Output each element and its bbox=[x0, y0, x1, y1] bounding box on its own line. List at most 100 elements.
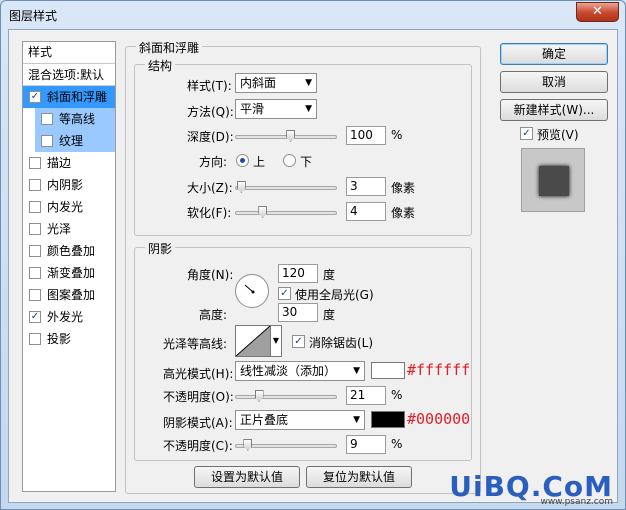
shadow-mode-label: 阴影模式(A): bbox=[163, 416, 233, 430]
size-slider[interactable] bbox=[235, 181, 337, 193]
style-list: 样式 混合选项:默认 ✓ 斜面和浮雕 等高线 纹理 描边 内阴影 内发光 光泽 … bbox=[22, 41, 116, 492]
style-item-label: 内阴影 bbox=[47, 178, 84, 192]
style-item-satin[interactable]: 光泽 bbox=[23, 218, 115, 240]
style-item-label: 描边 bbox=[47, 156, 72, 170]
style-item-label: 等高线 bbox=[59, 112, 96, 126]
antialias-label: 消除锯齿(L) bbox=[309, 336, 374, 350]
shadow-mode-select[interactable]: 正片叠底 ▼ bbox=[235, 410, 365, 430]
style-item-drop-shadow[interactable]: 投影 bbox=[23, 328, 115, 350]
style-item-pattern-overlay[interactable]: 图案叠加 bbox=[23, 284, 115, 306]
shading-title: 阴影 bbox=[145, 240, 176, 257]
highlight-mode-label: 高光模式(H): bbox=[163, 367, 234, 381]
depth-unit: % bbox=[391, 128, 403, 142]
highlight-opacity-slider[interactable] bbox=[235, 390, 337, 402]
gloss-contour-dropdown[interactable]: ▼ bbox=[271, 325, 282, 357]
highlight-hex-label: #ffffff bbox=[407, 361, 471, 379]
soften-input[interactable]: 4 bbox=[346, 202, 386, 221]
depth-input[interactable]: 100 bbox=[346, 126, 386, 145]
shadow-color-swatch[interactable] bbox=[371, 411, 405, 428]
style-item-contour[interactable]: 等高线 bbox=[35, 108, 115, 130]
style-item-outer-glow[interactable]: ✓ 外发光 bbox=[23, 306, 115, 328]
texture-checkbox[interactable] bbox=[41, 135, 53, 147]
size-slider-thumb[interactable] bbox=[236, 181, 246, 193]
gradient-overlay-checkbox[interactable] bbox=[29, 267, 41, 279]
highlight-opacity-input[interactable]: 21 bbox=[346, 386, 386, 405]
highlight-opacity-thumb[interactable] bbox=[254, 390, 264, 402]
direction-up-label: 上 bbox=[253, 155, 266, 169]
size-unit: 像素 bbox=[391, 181, 416, 195]
bevel-style-value: 内斜面 bbox=[240, 76, 277, 90]
outer-glow-checkbox[interactable]: ✓ bbox=[29, 311, 41, 323]
depth-slider-thumb[interactable] bbox=[286, 130, 296, 142]
altitude-input[interactable]: 30 bbox=[278, 303, 318, 322]
style-item-bevel[interactable]: ✓ 斜面和浮雕 bbox=[23, 86, 115, 108]
inner-shadow-checkbox[interactable] bbox=[29, 179, 41, 191]
soften-label: 软化(F): bbox=[187, 206, 232, 220]
structure-title: 结构 bbox=[145, 57, 176, 74]
color-overlay-checkbox[interactable] bbox=[29, 245, 41, 257]
shadow-opacity-label: 不透明度(C): bbox=[163, 439, 233, 453]
antialias-checkbox[interactable]: ✓ bbox=[292, 335, 305, 348]
chevron-down-icon: ▼ bbox=[353, 366, 360, 376]
highlight-color-swatch[interactable] bbox=[371, 362, 405, 379]
shadow-opacity-slider[interactable] bbox=[235, 439, 337, 451]
style-item-label: 颜色叠加 bbox=[47, 244, 96, 258]
global-light-checkbox[interactable]: ✓ bbox=[278, 287, 291, 300]
style-item-color-overlay[interactable]: 颜色叠加 bbox=[23, 240, 115, 262]
soften-unit: 像素 bbox=[391, 206, 416, 220]
preview-checkbox[interactable]: ✓ bbox=[520, 127, 533, 140]
chevron-down-icon: ▼ bbox=[353, 415, 360, 425]
satin-checkbox[interactable] bbox=[29, 223, 41, 235]
style-item-inner-shadow[interactable]: 内阴影 bbox=[23, 174, 115, 196]
bevel-emboss-title: 斜面和浮雕 bbox=[136, 39, 203, 56]
size-input[interactable]: 3 bbox=[346, 177, 386, 196]
structure-group: 结构 样式(T): 内斜面 ▼ 方法(Q): 平滑 ▼ 深度(D): 100 %… bbox=[134, 57, 472, 236]
style-item-label: 投影 bbox=[47, 332, 72, 346]
style-preview bbox=[521, 148, 585, 212]
style-item-texture[interactable]: 纹理 bbox=[35, 130, 115, 152]
angle-input[interactable]: 120 bbox=[278, 264, 318, 283]
direction-up-radio[interactable] bbox=[236, 154, 249, 167]
dialog-title: 图层样式 bbox=[9, 9, 58, 23]
drop-shadow-checkbox[interactable] bbox=[29, 333, 41, 345]
bevel-checkbox[interactable]: ✓ bbox=[29, 91, 41, 103]
angle-unit: 度 bbox=[323, 268, 336, 282]
style-item-label: 斜面和浮雕 bbox=[47, 90, 108, 104]
method-select[interactable]: 平滑 ▼ bbox=[235, 99, 317, 119]
ok-button[interactable]: 确定 bbox=[500, 43, 608, 65]
soften-slider-thumb[interactable] bbox=[258, 206, 268, 218]
style-item-stroke[interactable]: 描边 bbox=[23, 152, 115, 174]
global-light-label: 使用全局光(G) bbox=[295, 288, 374, 302]
inner-glow-checkbox[interactable] bbox=[29, 201, 41, 213]
shadow-opacity-thumb[interactable] bbox=[243, 439, 253, 451]
style-item-gradient-overlay[interactable]: 渐变叠加 bbox=[23, 262, 115, 284]
angle-dial[interactable] bbox=[235, 274, 269, 308]
contour-checkbox[interactable] bbox=[41, 113, 53, 125]
stroke-checkbox[interactable] bbox=[29, 157, 41, 169]
bevel-style-select[interactable]: 内斜面 ▼ bbox=[235, 73, 317, 93]
highlight-mode-value: 线性减淡（添加） bbox=[240, 364, 337, 378]
soften-slider[interactable] bbox=[235, 206, 337, 218]
depth-slider[interactable] bbox=[235, 130, 337, 142]
size-label: 大小(Z): bbox=[187, 181, 233, 195]
reset-default-button[interactable]: 复位为默认值 bbox=[306, 466, 412, 488]
set-default-button[interactable]: 设置为默认值 bbox=[194, 466, 300, 488]
chevron-down-icon: ▼ bbox=[305, 78, 312, 88]
direction-down-radio[interactable] bbox=[283, 154, 296, 167]
style-item-inner-glow[interactable]: 内发光 bbox=[23, 196, 115, 218]
gloss-contour-preview[interactable] bbox=[235, 325, 271, 357]
method-value: 平滑 bbox=[240, 102, 265, 116]
style-item-label: 渐变叠加 bbox=[47, 266, 96, 280]
blending-options-item[interactable]: 混合选项:默认 bbox=[23, 64, 115, 86]
shadow-opacity-input[interactable]: 9 bbox=[346, 435, 386, 454]
preview-swatch bbox=[539, 166, 569, 196]
cancel-button[interactable]: 取消 bbox=[500, 71, 608, 93]
close-button[interactable]: ✕ bbox=[576, 2, 619, 22]
highlight-mode-select[interactable]: 线性减淡（添加） ▼ bbox=[235, 361, 365, 381]
style-item-label: 图案叠加 bbox=[47, 288, 96, 302]
pattern-overlay-checkbox[interactable] bbox=[29, 289, 41, 301]
altitude-label: 高度: bbox=[199, 308, 228, 322]
style-list-header[interactable]: 样式 bbox=[23, 42, 115, 64]
new-style-button[interactable]: 新建样式(W)... bbox=[500, 99, 608, 121]
angle-dial-icon bbox=[244, 284, 255, 294]
